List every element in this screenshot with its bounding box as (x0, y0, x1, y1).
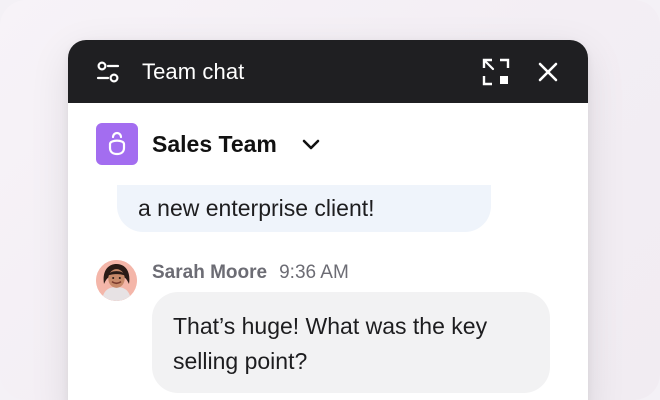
expand-icon[interactable] (480, 56, 512, 88)
channel-header: Sales Team (96, 123, 323, 165)
channel-name[interactable]: Sales Team (152, 131, 277, 158)
bag-icon (96, 123, 138, 165)
message-bubble-previous: a new enterprise client! (117, 185, 491, 232)
chevron-down-icon[interactable] (299, 132, 323, 156)
title-right (480, 56, 564, 88)
settings-icon[interactable] (92, 56, 124, 88)
title-left: Team chat (92, 56, 244, 88)
sender-name[interactable]: Sarah Moore (152, 262, 267, 284)
message-bubble: That’s huge! What was the key selling po… (152, 292, 550, 393)
avatar (96, 260, 137, 301)
team-chat-panel: Team chat Sales Team a new enterprise cl… (68, 40, 588, 400)
close-icon[interactable] (532, 56, 564, 88)
message-time: 9:36 AM (279, 262, 349, 283)
window-title: Team chat (142, 58, 245, 84)
message-meta: Sarah Moore 9:36 AM (152, 262, 349, 284)
title-bar: Team chat (68, 40, 588, 103)
